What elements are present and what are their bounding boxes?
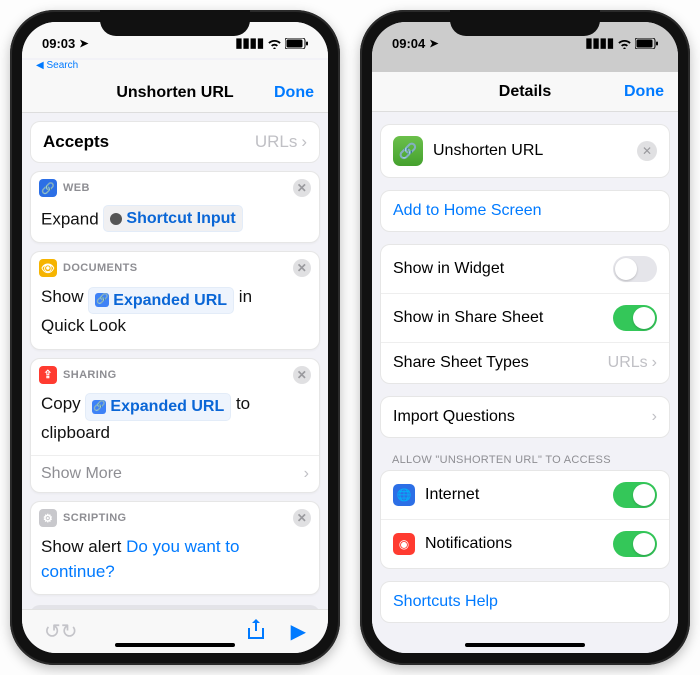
- variable-chip[interactable]: Shortcut Input: [103, 205, 242, 232]
- signal-icon: ▮▮▮▮: [235, 35, 264, 51]
- screen-right: 09:04 ➤ ▮▮▮▮ Details Done 🔗 Unshorten UR…: [372, 22, 678, 653]
- link-icon: 🔗: [39, 179, 57, 197]
- home-screen-group: Add to Home Screen: [380, 190, 670, 232]
- status-bar: 09:03 ➤ ▮▮▮▮: [22, 22, 328, 58]
- close-icon[interactable]: ✕: [293, 366, 311, 384]
- phone-right: 09:04 ➤ ▮▮▮▮ Details Done 🔗 Unshorten UR…: [360, 10, 690, 665]
- status-right: ▮▮▮▮: [585, 35, 658, 51]
- battery-icon: [635, 38, 658, 49]
- wifi-icon: [267, 38, 282, 49]
- close-icon[interactable]: ✕: [293, 509, 311, 527]
- show-widget-toggle[interactable]: [613, 256, 657, 282]
- show-share-toggle[interactable]: [613, 305, 657, 331]
- chevron-right-icon: ›: [304, 465, 309, 483]
- home-indicator[interactable]: [115, 643, 235, 647]
- chevron-right-icon: ›: [652, 408, 657, 426]
- action-card-web[interactable]: 🔗 WEB ✕ Expand Shortcut Input: [30, 171, 320, 243]
- import-group: Import Questions ›: [380, 396, 670, 438]
- category-label: SHARING: [63, 369, 117, 381]
- help-group: Shortcuts Help: [380, 581, 670, 623]
- share-types-row[interactable]: Share Sheet Types URLs ›: [381, 342, 669, 383]
- editor-content: Accepts URLs › 🔗 WEB ✕ Expand Shortc: [22, 113, 328, 609]
- share-button[interactable]: [247, 618, 265, 646]
- access-section-header: ALLOW "UNSHORTEN URL" TO ACCESS: [380, 438, 670, 470]
- wifi-icon: [617, 38, 632, 49]
- permissions-group: 🌐 Internet ◉ Notifications: [380, 470, 670, 569]
- perm-notifications-row: ◉ Notifications: [381, 519, 669, 568]
- done-button[interactable]: Done: [624, 83, 664, 101]
- chevron-right-icon: ›: [301, 132, 307, 152]
- location-icon: ➤: [79, 37, 88, 50]
- redo-button[interactable]: ↻: [61, 619, 78, 644]
- shortcut-name-row[interactable]: 🔗 Unshorten URL ✕: [381, 125, 669, 177]
- category-label: SCRIPTING: [63, 512, 127, 524]
- visibility-group: Show in Widget Show in Share Sheet Share…: [380, 244, 670, 384]
- details-content: 🔗 Unshorten URL ✕ Add to Home Screen Sho…: [372, 112, 678, 653]
- shortcut-name-group: 🔗 Unshorten URL ✕: [380, 124, 670, 178]
- shortcut-icon: 🔗: [393, 136, 423, 166]
- shortcuts-help-link[interactable]: Shortcuts Help: [381, 582, 669, 622]
- nav-bar: Unshorten URL Done: [22, 73, 328, 113]
- action-card-sharing[interactable]: ⇪ SHARING ✕ Copy 🔗 Expanded URL to clipb…: [30, 358, 320, 493]
- bell-icon: ◉: [393, 533, 415, 555]
- action-text: Expand: [41, 210, 99, 229]
- run-button[interactable]: ▶: [291, 619, 306, 644]
- phone-left: 09:03 ➤ ▮▮▮▮ ◀ Search Unshorten URL Done…: [10, 10, 340, 665]
- status-right: ▮▮▮▮: [235, 35, 308, 51]
- status-time: 09:04: [392, 36, 425, 51]
- accepts-row[interactable]: Accepts URLs ›: [30, 121, 320, 163]
- perm-notifications-toggle[interactable]: [613, 531, 657, 557]
- screen-left: 09:03 ➤ ▮▮▮▮ ◀ Search Unshorten URL Done…: [22, 22, 328, 653]
- eye-icon: 👁: [39, 259, 57, 277]
- nav-bar: Details Done: [372, 72, 678, 112]
- close-icon[interactable]: ✕: [293, 259, 311, 277]
- action-card-scripting[interactable]: ⚙ SCRIPTING ✕ Show alert Do you want to …: [30, 501, 320, 595]
- perm-internet-row: 🌐 Internet: [381, 471, 669, 519]
- variable-chip[interactable]: 🔗 Expanded URL: [85, 393, 231, 420]
- status-time: 09:03: [42, 36, 75, 51]
- import-questions-row[interactable]: Import Questions ›: [381, 397, 669, 437]
- gear-icon: ⚙: [39, 509, 57, 527]
- add-to-home-button[interactable]: Add to Home Screen: [381, 191, 669, 231]
- perm-internet-toggle[interactable]: [613, 482, 657, 508]
- action-card-documents[interactable]: 👁 DOCUMENTS ✕ Show 🔗 Expanded URL in Qui…: [30, 251, 320, 349]
- category-label: WEB: [63, 182, 90, 194]
- clear-icon[interactable]: ✕: [637, 141, 657, 161]
- home-indicator[interactable]: [465, 643, 585, 647]
- status-bar: 09:04 ➤ ▮▮▮▮: [372, 22, 678, 58]
- signal-icon: ▮▮▮▮: [585, 35, 614, 51]
- chevron-right-icon: ›: [652, 354, 657, 372]
- share-icon: ⇪: [39, 366, 57, 384]
- battery-icon: [285, 38, 308, 49]
- link-icon: 🔗: [95, 293, 109, 307]
- close-icon[interactable]: ✕: [293, 179, 311, 197]
- globe-icon: 🌐: [393, 484, 415, 506]
- variable-chip[interactable]: 🔗 Expanded URL: [88, 287, 234, 314]
- accepts-value: URLs: [255, 132, 298, 152]
- done-button[interactable]: Done: [274, 84, 314, 102]
- accepts-label: Accepts: [43, 132, 109, 152]
- show-widget-row: Show in Widget: [381, 245, 669, 293]
- show-more-row[interactable]: Show More ›: [31, 455, 319, 492]
- back-search-link[interactable]: ◀ Search: [36, 60, 78, 71]
- undo-button[interactable]: ↺: [44, 619, 61, 644]
- link-icon: 🔗: [92, 400, 106, 414]
- shortcut-name-field[interactable]: Unshorten URL: [433, 142, 543, 160]
- category-label: DOCUMENTS: [63, 262, 138, 274]
- location-icon: ➤: [429, 37, 438, 50]
- show-share-row: Show in Share Sheet: [381, 293, 669, 342]
